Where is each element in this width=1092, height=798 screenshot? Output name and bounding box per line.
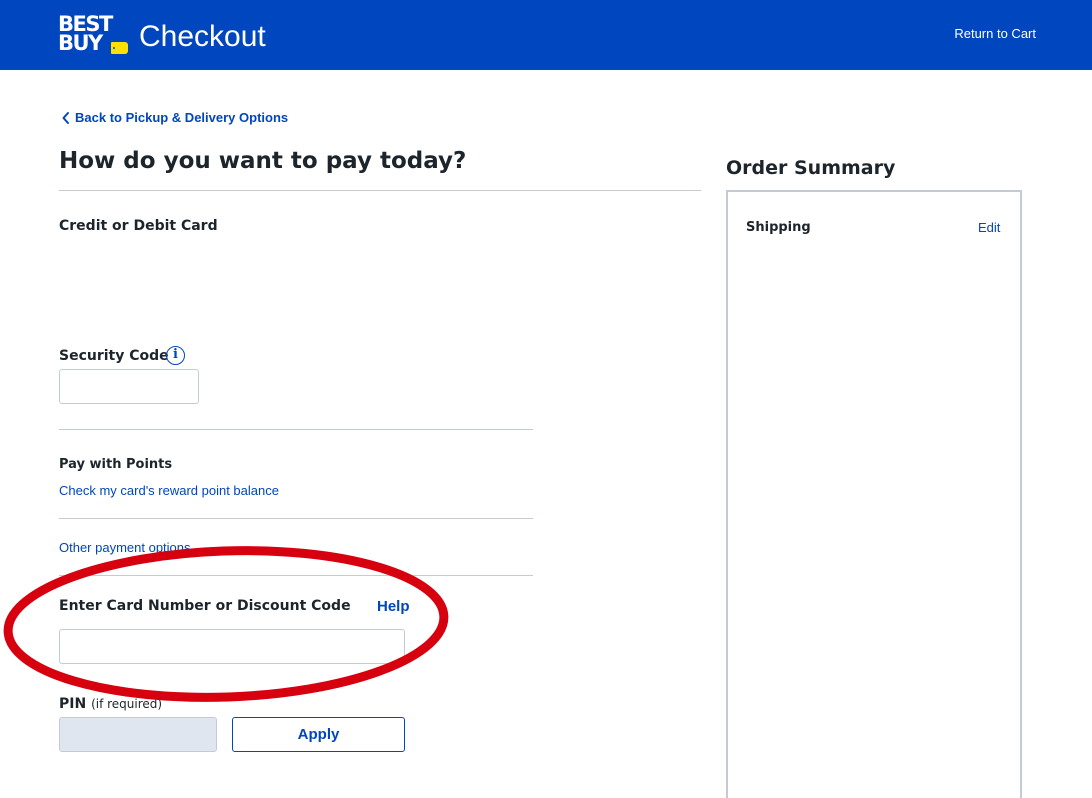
- reward-balance-link[interactable]: Check my card's reward point balance: [59, 483, 279, 499]
- page-title: How do you want to pay today?: [59, 148, 467, 174]
- help-link[interactable]: Help: [377, 598, 410, 616]
- shipping-label: Shipping: [746, 220, 811, 235]
- pay-with-points-label: Pay with Points: [59, 457, 173, 472]
- gift-card-label: Enter Card Number or Discount Code: [59, 598, 351, 614]
- divider: [59, 429, 533, 430]
- edit-shipping-link[interactable]: Edit: [978, 220, 1000, 236]
- logo-tag-icon: [111, 42, 128, 54]
- pin-label: PIN (if required): [59, 695, 162, 713]
- other-payment-options-link[interactable]: Other payment options: [59, 540, 191, 556]
- credit-card-section-label: Credit or Debit Card: [59, 218, 218, 234]
- back-link-label: Back to Pickup & Delivery Options: [75, 110, 289, 125]
- security-code-input[interactable]: [59, 369, 199, 404]
- title-divider: [59, 190, 701, 191]
- checkout-header: BEST BUY Checkout Return to Cart: [0, 0, 1092, 70]
- best-buy-logo[interactable]: BEST BUY: [58, 13, 130, 57]
- return-to-cart-link[interactable]: Return to Cart: [954, 25, 1036, 42]
- pin-label-text: PIN: [59, 696, 87, 712]
- gift-card-number-input[interactable]: [59, 629, 405, 664]
- divider: [59, 518, 533, 519]
- chevron-left-icon: [62, 112, 69, 124]
- security-code-label: Security Code: [59, 348, 169, 364]
- page-heading-checkout: Checkout: [139, 20, 266, 53]
- logo-line-2: BUY: [58, 31, 103, 55]
- back-to-pickup-link[interactable]: Back to Pickup & Delivery Options: [60, 110, 288, 126]
- apply-button[interactable]: Apply: [232, 717, 405, 752]
- info-icon[interactable]: i: [166, 346, 185, 365]
- pin-input[interactable]: [59, 717, 217, 752]
- pin-sublabel: (if required): [91, 697, 163, 711]
- order-summary-title: Order Summary: [726, 157, 896, 179]
- order-summary-panel: [726, 190, 1022, 798]
- divider: [59, 575, 533, 576]
